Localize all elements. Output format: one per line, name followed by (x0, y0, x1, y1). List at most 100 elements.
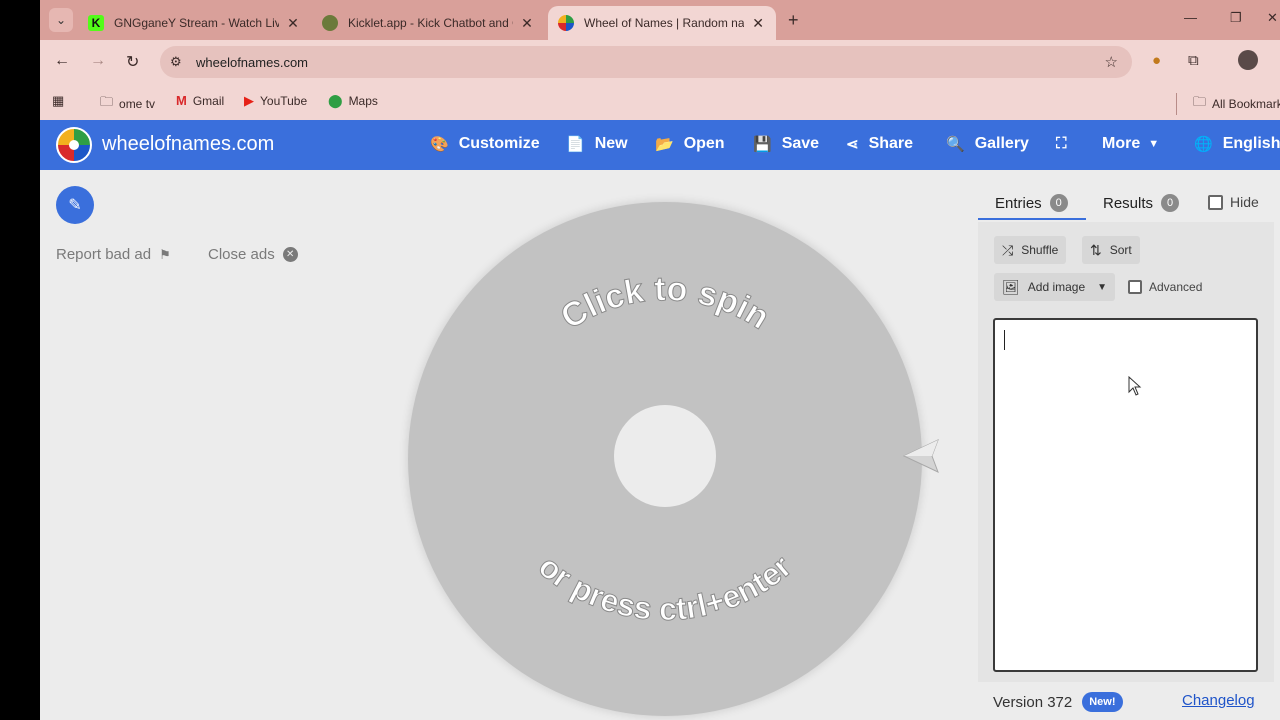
app-header: wheelofnames.com 🎨 Customize 📄 New 📂 Ope… (40, 120, 1280, 170)
apps-grid-icon[interactable]: ▦ (52, 93, 70, 109)
browser-tab-wheel-of-names[interactable]: Wheel of Names | Random name picker ✕ (548, 6, 776, 40)
bookmark-label: All Bookmarks (1212, 97, 1280, 111)
fullscreen-icon: ⛶ (1056, 135, 1067, 152)
back-arrow-icon[interactable]: ← (54, 52, 70, 70)
kick-logo-icon: K (88, 15, 104, 31)
close-circle-icon: ✕ (282, 247, 298, 262)
caret-down-icon: ▼ (1097, 281, 1108, 293)
new-badge: New! (1082, 692, 1123, 712)
entries-count-badge: 0 (1049, 194, 1068, 212)
close-ads-link[interactable]: Close ads ✕ (208, 246, 298, 263)
flag-icon: ⚑ (159, 246, 171, 262)
bookmark-star-icon[interactable]: ☆ (1105, 53, 1118, 71)
close-tab-icon[interactable]: ✕ (285, 15, 301, 32)
url-text[interactable]: wheelofnames.com (196, 55, 308, 70)
hide-checkbox[interactable] (1208, 195, 1223, 210)
gmail-icon: M (176, 93, 187, 108)
sort-button[interactable]: ⇅ Sort (1082, 236, 1140, 264)
maps-pin-icon: ⬤ (328, 93, 343, 108)
screen: ⌄ K GNGganeY Stream - Watch Live ✕ Kickl… (40, 0, 1280, 720)
bookmark-youtube[interactable]: ▶ YouTube (244, 93, 307, 109)
file-icon: 📄 (566, 136, 585, 153)
browser-tab-strip: ⌄ K GNGganeY Stream - Watch Live ✕ Kickl… (40, 0, 1280, 40)
folder-icon: 🗀 (100, 94, 114, 109)
save-button[interactable]: 💾 Save (753, 135, 819, 153)
share-button[interactable]: ⋖ Share (846, 135, 913, 153)
customize-button[interactable]: 🎨 Customize (430, 135, 540, 153)
bookmark-ome-tv[interactable]: 🗀 ome tv (100, 93, 155, 115)
close-tab-icon[interactable]: ✕ (519, 15, 535, 32)
bookmark-label: ome tv (119, 97, 156, 111)
extensions-puzzle-icon[interactable]: ⧉ (1188, 52, 1199, 69)
edit-wheel-button[interactable]: ✎ (56, 186, 94, 224)
mouse-cursor-icon (1128, 376, 1142, 396)
bookmark-label: YouTube (260, 94, 308, 108)
new-button[interactable]: 📄 New (566, 135, 628, 153)
text-caret (1004, 330, 1005, 350)
wheel-hub[interactable] (614, 405, 716, 507)
wheel-pointer-icon (902, 439, 939, 473)
advanced-label[interactable]: Advanced (1149, 280, 1202, 294)
reload-icon[interactable]: ↻ (126, 52, 139, 72)
tab-results[interactable]: Results 0 (1103, 194, 1180, 212)
gallery-button[interactable]: 🔍 Gallery (946, 135, 1029, 153)
image-icon: 🖼 (1002, 278, 1020, 295)
shuffle-button[interactable]: ⤮ Shuffle (994, 236, 1067, 264)
shuffle-icon: ⤮ (1002, 241, 1014, 258)
bookmark-gmail[interactable]: M Gmail (176, 93, 224, 108)
palette-icon: 🎨 (430, 136, 449, 153)
tab-entries[interactable]: Entries 0 (995, 194, 1068, 212)
floppy-disk-icon: 💾 (753, 136, 772, 153)
version-info: Version 372 New! (993, 692, 1123, 712)
caret-down-icon: ▼ (1148, 138, 1160, 150)
browser-toolbar: ← → ↻ ⚙ wheelofnames.com ☆ ● ⧉ (40, 40, 1280, 84)
advanced-checkbox[interactable] (1128, 280, 1142, 294)
forward-arrow-icon[interactable]: → (90, 52, 106, 70)
bookmark-label: Maps (348, 94, 378, 108)
close-tab-icon[interactable]: ✕ (750, 15, 766, 32)
entries-textarea[interactable] (993, 318, 1258, 672)
globe-icon: 🌐 (1194, 136, 1213, 153)
hide-label[interactable]: Hide (1230, 194, 1259, 210)
bookmark-label: Gmail (192, 93, 225, 108)
folder-icon: 🗀 (1193, 94, 1207, 109)
click-to-spin-text: Click to spin (554, 270, 775, 337)
restore-window-icon[interactable]: ❐ (1230, 10, 1242, 26)
kicklet-logo-icon (322, 15, 338, 31)
fullscreen-button[interactable]: ⛶ (1056, 135, 1077, 152)
wheel-logo-icon[interactable] (56, 127, 92, 163)
language-button[interactable]: 🌐 English (1194, 135, 1280, 153)
brand-name[interactable]: wheelofnames.com (102, 133, 274, 156)
tab-title: Wheel of Names | Random name picker (584, 16, 745, 30)
share-icon: ⋖ (846, 136, 859, 153)
press-ctrl-enter-text: or press ctrl+enter (532, 548, 798, 627)
pencil-icon: ✎ (68, 197, 82, 214)
minimize-window-icon[interactable]: — (1184, 10, 1197, 25)
results-count-badge: 0 (1161, 194, 1180, 212)
changelog-link[interactable]: Changelog (1182, 692, 1255, 709)
wheel-logo-icon (558, 15, 574, 31)
bookmarks-bar: ▦ 🗀 ome tv M Gmail ▶ YouTube ⬤ Maps 🗀 Al… (40, 84, 1280, 120)
chevron-down-icon: ⌄ (55, 13, 67, 27)
address-bar[interactable]: ⚙ wheelofnames.com ☆ (160, 46, 1132, 78)
sort-icon: ⇅ (1090, 241, 1102, 258)
bookmark-maps[interactable]: ⬤ Maps (328, 93, 378, 109)
extension-icon[interactable]: ● (1152, 52, 1161, 69)
open-button[interactable]: 📂 Open (655, 135, 725, 153)
youtube-icon: ▶ (244, 93, 254, 108)
report-bad-ad-link[interactable]: Report bad ad ⚑ (56, 246, 171, 263)
add-image-button[interactable]: 🖼 Add image ▼ (994, 273, 1116, 301)
site-settings-icon[interactable]: ⚙ (170, 54, 188, 70)
active-tab-indicator (978, 218, 1086, 220)
new-tab-button[interactable]: + (788, 10, 799, 31)
tab-title: GNGganeY Stream - Watch Live (114, 16, 279, 30)
close-window-icon[interactable]: ✕ (1267, 10, 1278, 26)
profile-avatar[interactable] (1238, 50, 1258, 70)
more-menu-button[interactable]: More ▼ (1102, 135, 1159, 153)
folder-open-icon: 📂 (655, 136, 674, 153)
tab-search-button[interactable]: ⌄ (49, 8, 73, 32)
search-icon: 🔍 (946, 136, 965, 153)
browser-tab-kicklet[interactable]: Kicklet.app - Kick Chatbot and Overlays … (312, 6, 545, 40)
browser-tab-gngganey[interactable]: K GNGganeY Stream - Watch Live ✕ (78, 6, 311, 40)
all-bookmarks[interactable]: 🗀 All Bookmarks (1176, 93, 1280, 115)
